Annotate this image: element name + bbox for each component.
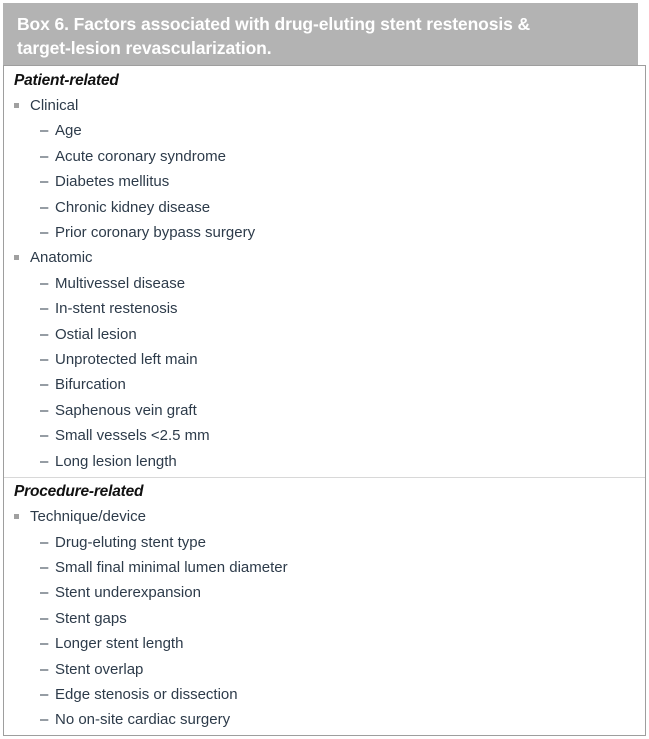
list-item-label: Age xyxy=(55,122,82,140)
list-item: – Small vessels <2.5 mm xyxy=(4,423,645,448)
list-item: – In-stent restenosis xyxy=(4,296,645,321)
dash-bullet-icon: – xyxy=(40,300,49,318)
section-title: Patient-related xyxy=(14,72,119,89)
list-item: – Acute coronary syndrome xyxy=(4,144,645,169)
box-body: Patient-related Clinical – Age – Acute corona… xyxy=(3,65,646,736)
dash-bullet-icon: – xyxy=(40,584,49,602)
dash-bullet-icon: – xyxy=(40,198,49,216)
list-item-label: Edge stenosis or dissection xyxy=(55,685,238,703)
list-item: – Ostial lesion xyxy=(4,322,645,347)
square-bullet-icon xyxy=(14,255,19,261)
box-header: Box 6. Factors associated with drug-elut… xyxy=(3,3,638,65)
dash-bullet-icon: – xyxy=(40,711,49,729)
section-title: Procedure-related xyxy=(14,483,144,501)
dash-bullet-icon: – xyxy=(40,173,49,191)
dash-bullet-icon: – xyxy=(40,609,49,627)
square-bullet-icon xyxy=(14,514,19,520)
dash-bullet-icon: – xyxy=(40,635,49,653)
section: Procedure-related Technique/device – Drug-e… xyxy=(4,481,645,735)
group-heading-label: Clinical xyxy=(30,97,79,114)
list-item-label: Drug-eluting stent type xyxy=(55,533,206,551)
group: Clinical – Age – Acute coronary syndrome – Dia… xyxy=(4,93,645,245)
list-item: – Stent overlap xyxy=(4,657,645,682)
box-title: Box 6. Factors associated with drug-elut… xyxy=(17,14,531,58)
info-box: Box 6. Factors associated with drug-elut… xyxy=(3,3,646,736)
list-item-label: Long lesion length xyxy=(55,452,177,470)
group-heading-label: Technique/device xyxy=(30,508,146,526)
dash-bullet-icon: – xyxy=(40,733,48,735)
dash-bullet-icon: – xyxy=(40,533,49,551)
dash-bullet-icon: – xyxy=(40,224,49,242)
list-item-label: Multivessel disease xyxy=(55,274,186,292)
list-item-label: Longer stent length xyxy=(55,635,184,653)
list-item: –Lack of use of fraction flow reserve xyxy=(4,733,645,735)
dash-bullet-icon: – xyxy=(40,401,49,419)
list-item: – Chronic kidney disease xyxy=(4,195,645,220)
dash-bullet-icon: – xyxy=(40,147,49,165)
list-item-label: Stent overlap xyxy=(55,660,144,678)
list-item-label: Unprotected left main xyxy=(55,351,198,369)
list-item-label: No on-site cardiac surgery xyxy=(55,711,231,729)
dash-bullet-icon: – xyxy=(40,325,49,343)
list-item: – Unprotected left main xyxy=(4,347,645,372)
dash-bullet-icon: – xyxy=(40,376,49,394)
dash-bullet-icon: – xyxy=(40,122,49,140)
section-divider xyxy=(4,477,645,479)
list-item-label: Acute coronary syndrome xyxy=(55,147,226,165)
dash-bullet-icon: – xyxy=(40,427,49,445)
list-item: – Stent underexpansion xyxy=(4,580,645,605)
list-item: – Saphenous vein graft xyxy=(4,398,645,423)
list-item: – Diabetes mellitus xyxy=(4,169,645,194)
list-item-label: Saphenous vein graft xyxy=(55,401,197,419)
list-item: – Drug-eluting stent type xyxy=(4,530,645,555)
list-item-label: Chronic kidney disease xyxy=(55,198,211,216)
list-item: – Longer stent length xyxy=(4,631,645,656)
list-item-label: Ostial lesion xyxy=(55,325,137,343)
group: Technique/device – Drug-eluting stent type… xyxy=(4,504,645,735)
list-item-label: In-stent restenosis xyxy=(55,300,178,318)
square-bullet-icon xyxy=(14,103,19,108)
list-item: – Multivessel disease xyxy=(4,271,645,296)
list-item-label: Small vessels <2.5 mm xyxy=(55,427,210,445)
group-heading: Technique/device xyxy=(4,504,645,529)
dash-bullet-icon: – xyxy=(40,660,49,678)
dash-bullet-icon: – xyxy=(40,685,49,703)
list-item-label: Stent gaps xyxy=(55,609,127,627)
list-item: – No on-site cardiac surgery xyxy=(4,707,645,732)
list-item-label: Stent underexpansion xyxy=(55,584,201,602)
dash-bullet-icon: – xyxy=(40,351,49,369)
group: Anatomic – Multivessel disease – In-stent re… xyxy=(4,245,645,474)
list-item-label: Small final minimal lumen diameter xyxy=(55,558,288,576)
list-item: – Stent gaps xyxy=(4,606,645,631)
dash-bullet-icon: – xyxy=(40,274,49,292)
list-item: – Edge stenosis or dissection xyxy=(4,682,645,707)
list-item-label: Bifurcation xyxy=(55,376,126,394)
dash-bullet-icon: – xyxy=(40,558,49,576)
group-heading: Clinical xyxy=(4,93,645,118)
group-heading: Anatomic xyxy=(4,245,645,270)
list-item: – Age xyxy=(4,118,645,143)
list-item: – Long lesion length xyxy=(4,449,645,474)
section: Patient-related Clinical – Age – Acute corona… xyxy=(4,70,645,474)
list-item: – Prior coronary bypass surgery xyxy=(4,220,645,245)
list-item-label: Diabetes mellitus xyxy=(55,173,170,191)
list-item: – Bifurcation xyxy=(4,372,645,397)
dash-bullet-icon: – xyxy=(40,452,49,470)
group-heading-label: Anatomic xyxy=(30,249,93,267)
list-item-label: Prior coronary bypass surgery xyxy=(55,224,256,242)
list-item: – Small final minimal lumen diameter xyxy=(4,555,645,580)
